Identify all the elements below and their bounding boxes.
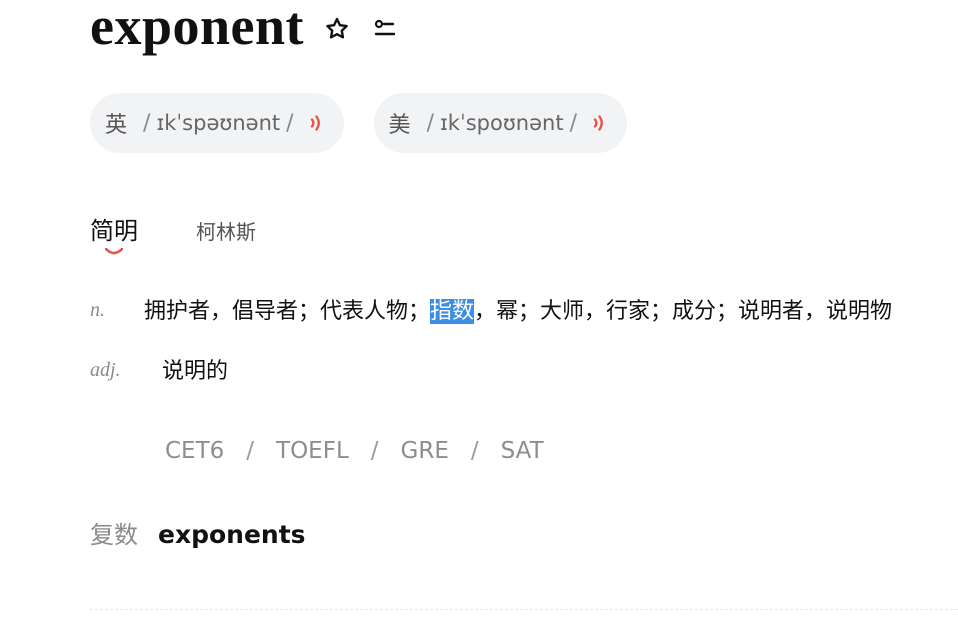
star-icon[interactable]: [322, 14, 352, 44]
exam-tag: TOEFL: [276, 438, 349, 464]
plural-label: 复数: [90, 521, 138, 549]
definition-text: 拥护者，倡导者；代表人物；指数，幂；大师，行家；成分；说明者，说明物: [144, 296, 892, 328]
tab-concise[interactable]: 简明: [90, 212, 138, 255]
pron-slash: /: [569, 110, 578, 136]
pronunciation-row: 英 / ɪkˈspəʊnənt / 美 / ɪkˈspoʊnənt /: [90, 93, 628, 153]
pron-ipa: ɪkˈspoʊnənt: [439, 111, 564, 135]
pronunciation-us[interactable]: 美 / ɪkˈspoʊnənt /: [373, 93, 628, 153]
exam-tags: CET6 / TOEFL / GRE / SAT: [165, 438, 544, 464]
pronunciation-uk[interactable]: 英 / ɪkˈspəʊnənt /: [90, 93, 344, 153]
tag-separator: /: [246, 438, 255, 464]
speaker-icon[interactable]: [306, 112, 328, 134]
headword: exponent: [90, 0, 305, 56]
active-tab-indicator: [105, 248, 123, 255]
speaker-icon[interactable]: [589, 112, 611, 134]
definition-noun: n. 拥护者，倡导者；代表人物；指数，幂；大师，行家；成分；说明者，说明物: [90, 296, 892, 328]
headword-row: exponent: [90, 0, 400, 58]
dictionary-tabs: 简明 柯林斯: [90, 212, 256, 255]
definition-segment: 拥护者，倡导者；代表人物；: [144, 299, 431, 324]
tab-label: 简明: [90, 217, 138, 245]
tag-separator: /: [470, 438, 479, 464]
definition-text: 说明的: [162, 359, 229, 384]
pron-region-label: 英: [105, 113, 128, 138]
tag-separator: /: [370, 438, 379, 464]
pron-region-label: 美: [388, 113, 411, 138]
exam-tag: SAT: [500, 438, 544, 464]
word-list-icon[interactable]: [370, 14, 400, 44]
section-divider: [90, 609, 958, 610]
exam-tag: GRE: [400, 438, 449, 464]
plural-link[interactable]: exponents: [158, 520, 306, 549]
pron-slash: /: [286, 110, 294, 136]
definition-adjective: adj. 说明的: [90, 356, 228, 388]
exam-tag: CET6: [165, 438, 225, 464]
pron-slash: /: [426, 110, 434, 136]
part-of-speech: n.: [90, 299, 105, 321]
definition-segment: ，幂；大师，行家；成分；说明者，说明物: [474, 299, 893, 324]
pron-slash: /: [143, 110, 151, 136]
pron-ipa: ɪkˈspəʊnənt: [156, 111, 281, 135]
part-of-speech: adj.: [90, 359, 121, 381]
tab-label: 柯林斯: [196, 220, 256, 244]
word-forms: 复数 exponents: [90, 515, 306, 550]
highlighted-text[interactable]: 指数: [430, 299, 475, 324]
tab-collins[interactable]: 柯林斯: [196, 213, 256, 251]
